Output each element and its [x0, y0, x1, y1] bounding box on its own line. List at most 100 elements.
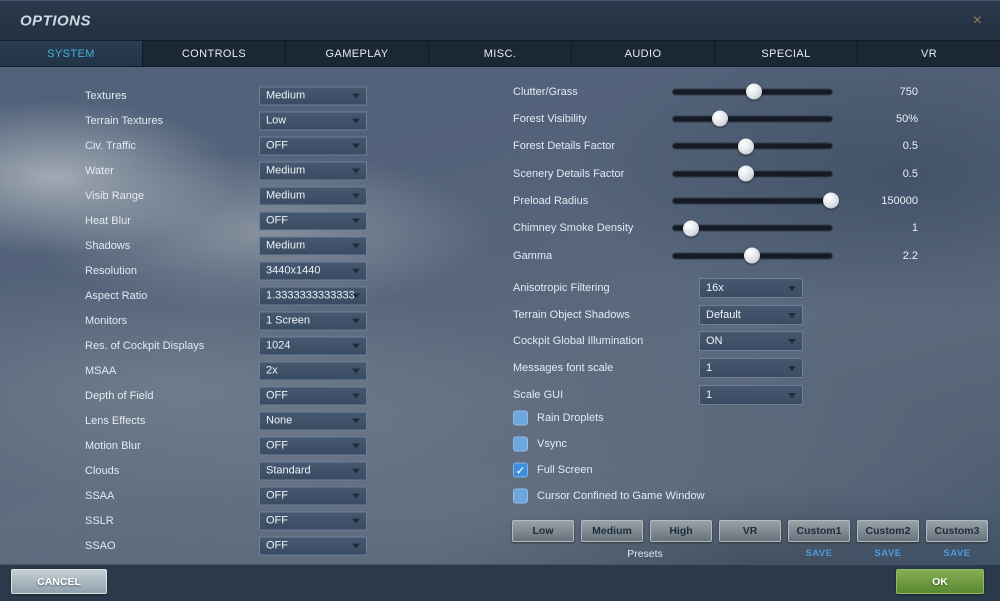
- messages-font-scale-label: Messages font scale: [513, 362, 614, 374]
- slider-handle[interactable]: [737, 138, 754, 155]
- forest-visibility-slider[interactable]: [672, 110, 833, 127]
- preset-low-button[interactable]: Low: [512, 520, 574, 542]
- tab-gameplay[interactable]: GAMEPLAY: [286, 41, 429, 66]
- forest-visibility-label: Forest Visibility: [513, 112, 587, 125]
- right-settings: Anisotropic Filtering 16x Terrain Object S…: [0, 275, 1000, 408]
- tab-system[interactable]: SYSTEM: [0, 41, 143, 66]
- cancel-label: CANCEL: [37, 575, 81, 588]
- save-custom3-link[interactable]: SAVE: [943, 548, 970, 559]
- check-row: Vsync: [0, 431, 1000, 457]
- dropdown-value: ON: [706, 335, 723, 348]
- gamma-slider[interactable]: [672, 247, 833, 264]
- chevron-down-icon: [352, 518, 360, 524]
- slider-row: Forest Visibility 50%: [0, 105, 1000, 132]
- anisotropic-filtering-label: Anisotropic Filtering: [513, 281, 610, 294]
- slider-handle[interactable]: [682, 220, 699, 237]
- sslr-label: SSLR: [85, 514, 114, 527]
- save-custom1-link[interactable]: SAVE: [805, 548, 832, 559]
- forest-details-factor-slider[interactable]: [672, 138, 833, 155]
- footer: CANCEL OK: [0, 564, 1000, 601]
- slider-handle[interactable]: [822, 192, 839, 209]
- slider-value: 50%: [895, 112, 918, 125]
- preset-medium-button[interactable]: Medium: [581, 520, 643, 542]
- preset-vr-button[interactable]: VR: [719, 520, 781, 542]
- tab-special[interactable]: SPECIAL: [715, 41, 858, 66]
- rain-droplets-label: Rain Droplets: [537, 412, 604, 424]
- gamma-label: Gamma: [513, 249, 553, 262]
- chimney-smoke-density-slider[interactable]: [672, 220, 833, 237]
- slider-handle[interactable]: [737, 165, 754, 182]
- cockpit-global-illumination-dropdown[interactable]: ON: [699, 331, 803, 352]
- titlebar: OPTIONS ×: [0, 1, 1000, 41]
- ok-button[interactable]: OK: [896, 569, 984, 594]
- tab-label: SYSTEM: [47, 47, 95, 60]
- preset-custom1-button[interactable]: Custom1: [788, 520, 850, 542]
- dropdown-value: 1: [706, 388, 713, 401]
- clutter-grass-label: Clutter/Grass: [513, 85, 578, 98]
- scale-gui-label: Scale GUI: [513, 388, 564, 401]
- full-screen-checkbox[interactable]: ✓: [513, 462, 528, 478]
- preset-custom3-button[interactable]: Custom3: [926, 520, 988, 542]
- sslr-dropdown[interactable]: OFF: [259, 511, 367, 530]
- preset-high-button[interactable]: High: [650, 520, 712, 542]
- tab-label: GAMEPLAY: [325, 47, 389, 60]
- ssao-dropdown[interactable]: OFF: [259, 536, 367, 555]
- dropdown-value: Default: [706, 308, 741, 321]
- close-icon: ×: [972, 11, 982, 29]
- check-row: ✓ Full Screen: [0, 457, 1000, 483]
- tab-vr[interactable]: VR: [858, 41, 1000, 66]
- window-title: OPTIONS: [20, 12, 92, 29]
- slider-value: 2.2: [902, 249, 918, 262]
- messages-font-scale-dropdown[interactable]: 1: [699, 358, 803, 378]
- preset-custom2-button[interactable]: Custom2: [857, 520, 919, 542]
- slider-value: 150000: [881, 194, 918, 207]
- tab-controls[interactable]: CONTROLS: [143, 41, 286, 66]
- tab-label: VR: [920, 47, 938, 60]
- tab-label: AUDIO: [624, 47, 662, 60]
- terrain-object-shadows-dropdown[interactable]: Default: [699, 304, 803, 325]
- tab-audio[interactable]: AUDIO: [572, 41, 715, 66]
- rain-droplets-checkbox[interactable]: [513, 410, 528, 426]
- slider-row: Scenery Details Factor 0.5: [0, 160, 1000, 187]
- content: Textures Medium Terrain Textures Low Civ. Tr…: [0, 67, 1000, 564]
- scale-gui-dropdown[interactable]: 1: [699, 384, 803, 405]
- cockpit-global-illumination-label: Cockpit Global Illumination: [513, 335, 644, 348]
- slider-row: Preload Radius 150000: [0, 187, 1000, 214]
- ok-label: OK: [932, 575, 948, 588]
- close-button[interactable]: ×: [967, 1, 988, 40]
- setting-row: Terrain Object Shadows Default: [0, 301, 1000, 328]
- scenery-details-factor-slider[interactable]: [672, 165, 833, 182]
- scenery-details-factor-label: Scenery Details Factor: [513, 167, 625, 180]
- chevron-down-icon: [788, 312, 796, 318]
- cursor-confined-to-game-window-label: Cursor Confined to Game Window: [537, 490, 705, 502]
- anisotropic-filtering-dropdown[interactable]: 16x: [699, 277, 803, 298]
- slider-handle[interactable]: [745, 83, 762, 100]
- chimney-smoke-density-label: Chimney Smoke Density: [513, 222, 634, 235]
- clutter-grass-slider[interactable]: [672, 83, 833, 100]
- tab-bar: SYSTEM CONTROLS GAMEPLAY MISC. AUDIO SPECIAL V…: [0, 41, 1000, 67]
- chevron-down-icon: [788, 285, 796, 291]
- check-row: Rain Droplets: [0, 405, 1000, 431]
- cursor-confined-to-game-window-checkbox[interactable]: [513, 488, 528, 504]
- setting-row: Cockpit Global Illumination ON: [0, 328, 1000, 355]
- save-custom2-link[interactable]: SAVE: [874, 548, 901, 559]
- presets-caption: Presets: [627, 548, 663, 560]
- vsync-checkbox[interactable]: [513, 436, 528, 452]
- slider-row: Gamma 2.2: [0, 242, 1000, 269]
- dropdown-value: 16x: [706, 281, 724, 294]
- slider-handle[interactable]: [711, 110, 728, 127]
- slider-value: 0.5: [902, 167, 918, 180]
- slider-handle[interactable]: [743, 247, 760, 264]
- setting-row: SSLR OFF: [0, 508, 520, 533]
- tab-misc[interactable]: MISC.: [429, 41, 572, 66]
- preload-radius-slider[interactable]: [672, 192, 839, 209]
- setting-row: SSAO OFF: [0, 533, 520, 558]
- preload-radius-label: Preload Radius: [513, 194, 589, 207]
- setting-row: Messages font scale 1: [0, 355, 1000, 382]
- cancel-button[interactable]: CANCEL: [11, 569, 107, 594]
- dropdown-value: 1: [706, 362, 713, 374]
- terrain-object-shadows-label: Terrain Object Shadows: [513, 308, 630, 321]
- vsync-label: Vsync: [537, 438, 567, 450]
- slider-row: Forest Details Factor 0.5: [0, 133, 1000, 160]
- slider-value: 0.5: [902, 140, 918, 153]
